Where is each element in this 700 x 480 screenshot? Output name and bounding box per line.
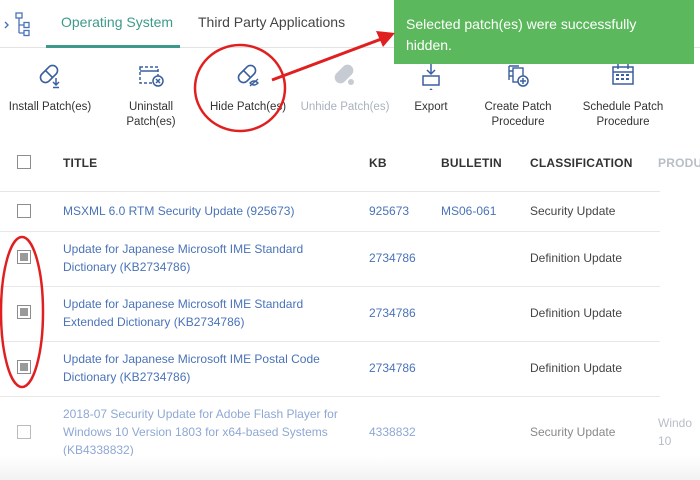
export-label: Export: [414, 101, 448, 113]
calendar-icon: [612, 64, 634, 85]
torn-edge-fade: [0, 456, 700, 480]
classification-cell: Definition Update: [530, 251, 623, 265]
kb-link[interactable]: 2734786: [369, 359, 416, 377]
column-header-classification[interactable]: CLASSIFICATION: [530, 156, 633, 170]
column-header-kb[interactable]: KB: [369, 156, 387, 170]
row-checkbox[interactable]: [17, 250, 31, 264]
tab-operating-system[interactable]: Operating System: [61, 14, 173, 30]
column-header-product[interactable]: PRODU: [658, 156, 700, 170]
title-line: Dictionary (KB2734786): [63, 370, 191, 384]
row-checkbox[interactable]: [17, 360, 31, 374]
row-checkbox[interactable]: [17, 425, 31, 439]
title-line: (KB4338832): [63, 443, 134, 457]
kb-link[interactable]: 2734786: [369, 304, 416, 322]
install-patches-button[interactable]: Install Patch(es): [2, 62, 98, 115]
select-all-checkbox[interactable]: [17, 155, 31, 169]
row-checkbox[interactable]: [17, 305, 31, 319]
title-line: Extended Dictionary (KB2734786): [63, 315, 245, 329]
create-patch-procedure-button[interactable]: Create Patch Procedure: [478, 62, 558, 130]
product-cell: Windo 10: [658, 414, 692, 450]
hide-patch-icon: [237, 64, 259, 87]
table-row[interactable]: Update for Japanese Microsoft IME Standa…: [0, 232, 660, 287]
classification-cell: Definition Update: [530, 306, 623, 320]
title-line: Windows 10 Version 1803 for x64-based Sy…: [63, 425, 328, 439]
table-row[interactable]: Update for Japanese Microsoft IME Postal…: [0, 342, 660, 397]
create-procedure-label-line2: Procedure: [491, 116, 545, 128]
uninstall-window-icon: [139, 66, 164, 87]
tab-third-party-applications[interactable]: Third Party Applications: [198, 14, 345, 30]
table-row[interactable]: 2018-07 Security Update for Adobe Flash …: [0, 397, 692, 461]
patch-title-link[interactable]: Update for Japanese Microsoft IME Postal…: [63, 350, 320, 386]
title-line: Update for Japanese Microsoft IME Standa…: [63, 242, 304, 256]
hide-patches-label: Hide Patch(es): [209, 101, 287, 113]
patch-title-link[interactable]: Update for Japanese Microsoft IME Standa…: [63, 240, 303, 276]
row-checkbox[interactable]: [17, 204, 31, 218]
hide-patches-button[interactable]: Hide Patch(es): [206, 62, 290, 115]
product-line: Windo: [658, 416, 693, 430]
title-line: 2018-07 Security Update for Adobe Flash …: [63, 407, 338, 421]
success-toast: Selected patch(es) were successfully hid…: [394, 0, 694, 64]
title-line: Dictionary (KB2734786): [63, 260, 191, 274]
title-line: Update for Japanese Microsoft IME Standa…: [63, 297, 304, 311]
classification-cell: Security Update: [530, 204, 616, 218]
unhide-patches-label: Unhide Patch(es): [300, 101, 390, 113]
kb-link[interactable]: 4338832: [369, 423, 416, 441]
bulletin-link[interactable]: MS06-061: [441, 202, 496, 220]
schedule-procedure-label-line1: Schedule Patch: [582, 101, 664, 113]
install-patches-label: Install Patch(es): [8, 101, 92, 113]
table-header: TITLE KB BULLETIN CLASSIFICATION PRODU: [0, 138, 700, 192]
unhide-patch-icon: [334, 64, 354, 85]
patch-title-link[interactable]: 2018-07 Security Update for Adobe Flash …: [63, 405, 338, 459]
patch-title-link[interactable]: MSXML 6.0 RTM Security Update (925673): [63, 202, 294, 220]
classification-cell: Security Update: [530, 425, 616, 439]
patch-title-link[interactable]: Update for Japanese Microsoft IME Standa…: [63, 295, 303, 331]
column-header-title[interactable]: TITLE: [63, 156, 97, 170]
table-row[interactable]: MSXML 6.0 RTM Security Update (925673) 9…: [0, 192, 660, 232]
install-patch-icon: [39, 64, 60, 89]
title-line: Update for Japanese Microsoft IME Postal…: [63, 352, 320, 366]
kb-link[interactable]: 925673: [369, 202, 409, 220]
uninstall-patches-button[interactable]: Uninstall Patch(es): [112, 62, 190, 130]
uninstall-label-line1: Uninstall: [128, 101, 174, 113]
kb-link[interactable]: 2734786: [369, 249, 416, 267]
schedule-procedure-label-line2: Procedure: [596, 116, 650, 128]
active-tab-indicator: [46, 45, 180, 48]
export-icon: [422, 64, 440, 90]
schedule-patch-procedure-button[interactable]: Schedule Patch Procedure: [580, 62, 666, 130]
create-procedure-label-line1: Create Patch: [484, 101, 552, 113]
column-header-bulletin[interactable]: BULLETIN: [441, 156, 502, 170]
table-row[interactable]: Update for Japanese Microsoft IME Standa…: [0, 287, 660, 342]
tree-toggle-icon[interactable]: [2, 12, 32, 38]
export-button[interactable]: Export: [404, 62, 458, 115]
classification-cell: Definition Update: [530, 361, 623, 375]
unhide-patches-button[interactable]: Unhide Patch(es): [298, 62, 392, 115]
create-procedure-icon: [508, 65, 529, 87]
uninstall-label-line2: Patch(es): [126, 116, 176, 128]
product-line: 10: [658, 434, 672, 448]
